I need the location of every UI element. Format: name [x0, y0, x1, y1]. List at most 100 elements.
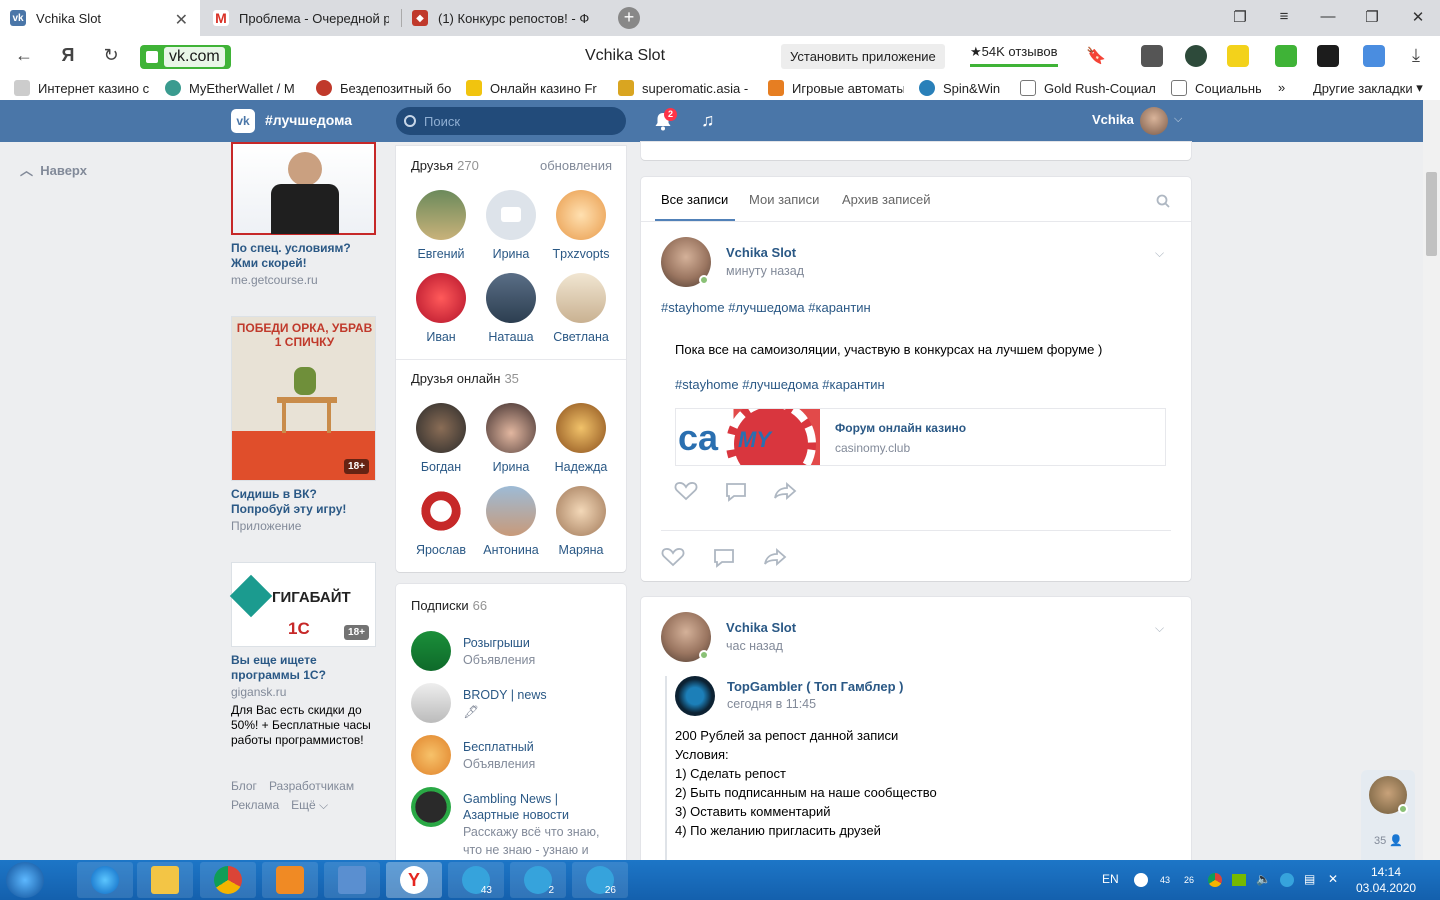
extension-icon[interactable]	[1363, 45, 1385, 67]
like-icon[interactable]	[674, 481, 698, 501]
volume-icon[interactable]: 🔈	[1256, 872, 1271, 886]
footer-link-developers[interactable]: Разработчикам	[269, 779, 354, 793]
subscription-item[interactable]: BRODY | news 🖋	[411, 683, 611, 725]
header-hashtag[interactable]: #лучшедома	[265, 112, 352, 128]
ad-block[interactable]: ГИГАБАЙТ 1С 18+ Вы еще ищете программы 1…	[229, 562, 377, 748]
friend-item[interactable]: Евгений	[406, 190, 476, 261]
friend-item[interactable]: Светлана	[546, 273, 616, 344]
chevron-down-icon[interactable]: ⌵	[1155, 621, 1164, 636]
taskbar-clock[interactable]: 14:14 03.04.2020	[1356, 864, 1416, 896]
friend-item[interactable]: Ярослав	[406, 486, 476, 557]
bookmark-icon[interactable]: 🔖	[1085, 46, 1107, 66]
repost-author[interactable]: TopGambler ( Топ Гамблер )	[727, 679, 903, 694]
extension-icon[interactable]	[1227, 45, 1249, 67]
subscriptions-header[interactable]: Подписки 66	[411, 598, 487, 613]
close-tab-icon[interactable]: ✕	[175, 10, 188, 30]
page-scrollbar[interactable]	[1423, 100, 1440, 860]
taskbar-yandex[interactable]: Y	[386, 862, 442, 898]
maximize-icon[interactable]: ❐	[1362, 8, 1382, 26]
like-icon[interactable]	[661, 547, 685, 567]
tab-archive[interactable]: Архив записей	[842, 192, 931, 207]
friend-item[interactable]: Антонина	[476, 486, 546, 557]
repost-hashtags[interactable]: #stayhome #лучшедома #карантин	[675, 375, 885, 394]
taskbar-chrome[interactable]	[200, 862, 256, 898]
taskbar-telegram[interactable]: 2	[510, 862, 566, 898]
comment-icon[interactable]	[725, 482, 747, 502]
music-icon[interactable]: ♫	[701, 110, 715, 131]
footer-link-ads[interactable]: Реклама	[231, 798, 279, 812]
tab-my-posts[interactable]: Мои записи	[749, 192, 819, 207]
friends-header[interactable]: Друзья 270	[411, 158, 479, 173]
share-icon[interactable]	[773, 482, 797, 500]
extension-icon[interactable]	[1185, 45, 1207, 67]
friend-item[interactable]: Богдан	[406, 403, 476, 474]
repost-avatar[interactable]	[675, 676, 715, 716]
network-icon[interactable]: ▤	[1304, 872, 1315, 886]
yandex-icon[interactable]: Я	[57, 45, 79, 66]
bookmark-item[interactable]: MyEtherWallet / М	[165, 80, 300, 96]
reviews-link[interactable]: ★54K отзывов	[970, 44, 1058, 67]
language-indicator[interactable]: EN	[1102, 872, 1119, 886]
nvidia-icon[interactable]	[1232, 874, 1246, 886]
post-time[interactable]: минуту назад	[726, 264, 804, 278]
back-to-top[interactable]: ︿ Наверх	[20, 160, 87, 179]
footer-link-more[interactable]: Ещё ⌵	[291, 798, 328, 812]
chat-widget[interactable]: 35 👤	[1361, 770, 1415, 860]
ad-title[interactable]: Вы еще ищете программы 1С?	[231, 653, 377, 683]
extension-icon[interactable]	[1275, 45, 1297, 67]
taskbar-explorer[interactable]	[137, 862, 193, 898]
extension-icon[interactable]	[1317, 45, 1339, 67]
footer-link-blog[interactable]: Блог	[231, 779, 257, 793]
scrollbar-thumb[interactable]	[1426, 172, 1437, 256]
taskbar-ie[interactable]	[77, 862, 133, 898]
subscription-item[interactable]: Бесплатный Объявления	[411, 735, 611, 777]
subscription-item[interactable]: Gambling News | Азартные новости Расскаж…	[411, 787, 611, 857]
bookmark-item[interactable]: Социальны	[1171, 80, 1261, 96]
post-author[interactable]: Vchika Slot	[726, 245, 796, 260]
more-bookmarks-icon[interactable]: »	[1278, 80, 1285, 95]
close-window-icon[interactable]: ✕	[1408, 8, 1428, 26]
speaker-muted-icon[interactable]: ✕	[1328, 872, 1338, 886]
bookmark-item[interactable]: Интернет казино с	[14, 80, 154, 96]
reload-icon[interactable]: ↻	[100, 45, 122, 66]
minimize-icon[interactable]: —	[1318, 8, 1338, 25]
tray-telegram-icon[interactable]: 26	[1184, 875, 1194, 885]
taskbar-telegram[interactable]: 43	[448, 862, 504, 898]
taskbar-player[interactable]	[262, 862, 318, 898]
bookmark-item[interactable]: Онлайн казино Fr	[466, 80, 602, 96]
tab-manager-icon[interactable]: ❐	[1230, 8, 1250, 26]
browser-tab-vk[interactable]: vk Vchika Slot ✕	[0, 0, 200, 36]
address-bar[interactable]: vk.com	[140, 45, 231, 69]
browser-tab-contest[interactable]: ◆ (1) Конкурс репостов! - Ф	[402, 0, 606, 36]
search-icon[interactable]	[1156, 194, 1170, 208]
other-bookmarks[interactable]: Другие закладки ▾	[1313, 80, 1423, 96]
bookmark-item[interactable]: Gold Rush-Социал	[1020, 80, 1156, 96]
ad-image[interactable]	[231, 142, 376, 235]
ad-title[interactable]: Сидишь в ВК? Попробуй эту игру!	[231, 487, 377, 517]
search-input[interactable]: Поиск	[396, 107, 626, 135]
ad-block[interactable]: По спец. условиям? Жми скорей! me.getcou…	[231, 142, 377, 287]
friends-online-header[interactable]: Друзья онлайн 35	[411, 371, 519, 386]
new-tab-button[interactable]: +	[618, 7, 640, 29]
friend-item[interactable]: Ирина	[476, 403, 546, 474]
tab-all-posts[interactable]: Все записи	[661, 192, 728, 207]
bookmark-item[interactable]: superomatic.asia -	[618, 80, 750, 96]
post-author[interactable]: Vchika Slot	[726, 620, 796, 635]
post-hashtags[interactable]: #stayhome #лучшедома #карантин	[661, 298, 871, 317]
link-preview[interactable]: MY ca Форум онлайн казино casinomy.club	[675, 408, 1166, 466]
ad-image[interactable]: ГИГАБАЙТ 1С 18+	[229, 562, 376, 647]
browser-tab-gmail[interactable]: M Проблема - Очередной р	[203, 0, 399, 36]
link-title[interactable]: Форум онлайн казино	[835, 421, 966, 435]
subscription-item[interactable]: Розыгрыши Объявления	[411, 631, 611, 673]
taskbar-telegram[interactable]: 26	[572, 862, 628, 898]
bookmark-item[interactable]: Spin&Win	[919, 80, 1009, 96]
taskbar-control-panel[interactable]	[324, 862, 380, 898]
chevron-down-icon[interactable]: ⌵	[1174, 113, 1182, 126]
friend-item[interactable]: Tpxzvopts	[546, 190, 616, 261]
bookmark-item[interactable]: Игровые автоматы	[768, 80, 904, 96]
start-button[interactable]	[6, 862, 44, 898]
download-icon[interactable]: ⤓	[1405, 45, 1427, 66]
tray-telegram-icon[interactable]: 43	[1160, 875, 1170, 885]
friend-item[interactable]: Надежда	[546, 403, 616, 474]
share-icon[interactable]	[763, 548, 787, 566]
